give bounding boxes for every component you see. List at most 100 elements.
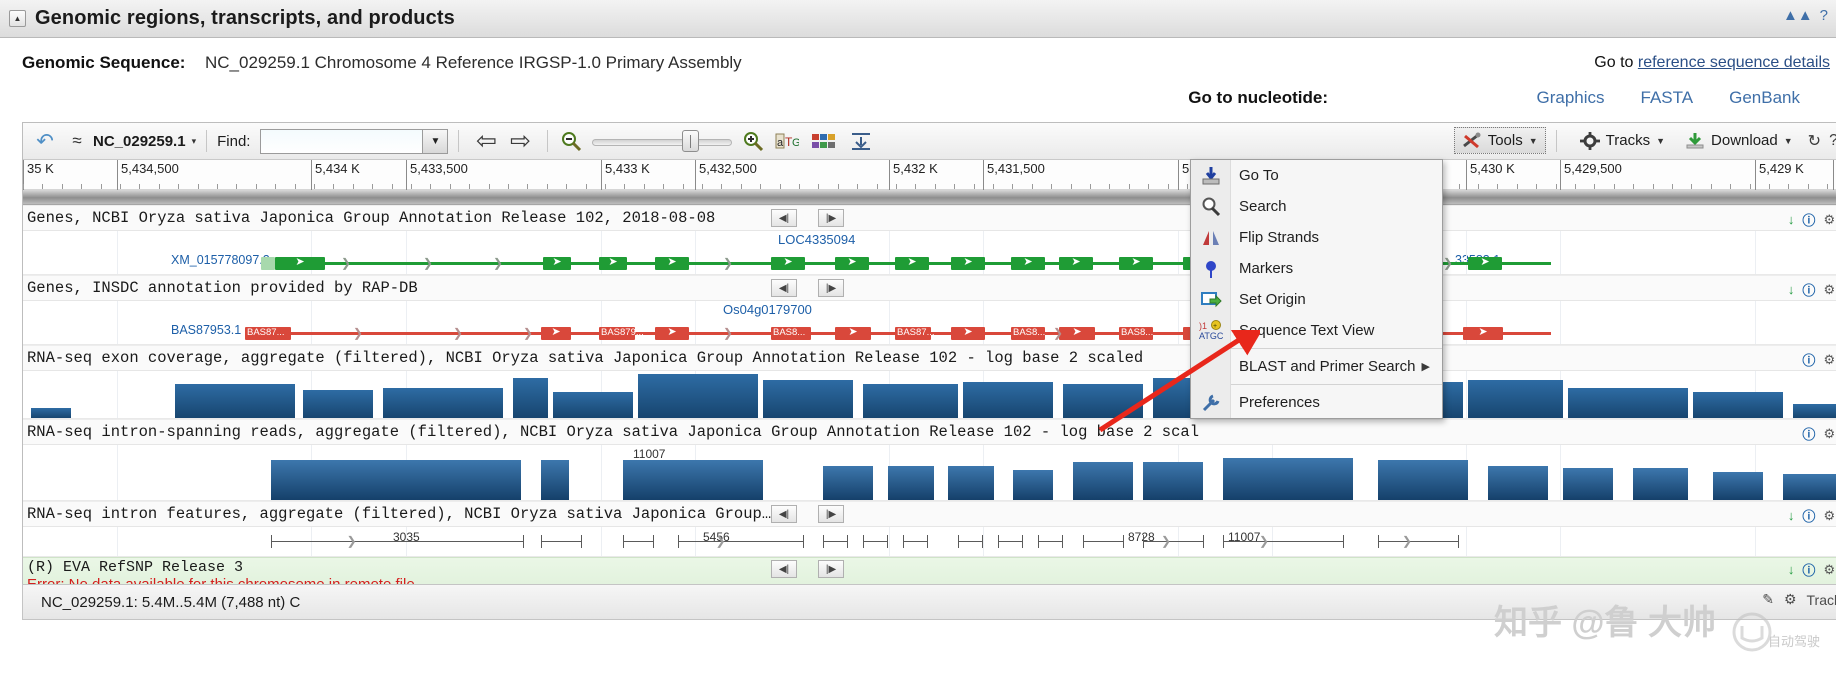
tracks-button[interactable]: Tracks ▼ [1573, 127, 1672, 154]
search-input[interactable] [260, 128, 423, 154]
gear-icon[interactable]: ⚙ [1823, 562, 1835, 578]
page-prev-button[interactable]: ◀| [771, 279, 797, 297]
download-icon[interactable]: ↓ [1788, 508, 1795, 523]
exon-box[interactable]: BAS8... [1119, 327, 1153, 340]
gear-icon[interactable]: ⚙ [1823, 352, 1835, 368]
gene-label-os[interactable]: Os04g0179700 [723, 302, 812, 317]
zoom-out-icon[interactable] [558, 128, 584, 154]
menu-item-markers[interactable]: Markers [1191, 253, 1442, 284]
exon-box[interactable]: ➤ [835, 256, 869, 270]
coordinate-ruler[interactable]: 35 K 5,434,500 5,434 K 5,433,500 5,433 K 5,43… [23, 160, 1836, 190]
track-body-genes-insdc[interactable]: Os04g0179700 BAS87953.1 BAS87... ➤ BAS879.… [23, 301, 1836, 345]
zoom-slider-thumb[interactable] [682, 130, 700, 152]
info-icon[interactable]: ⓘ [1802, 350, 1815, 369]
accession-label[interactable]: NC_029259.1 [93, 133, 186, 150]
menu-item-flip-strands[interactable]: Flip Strands [1191, 222, 1442, 253]
gene-label-loc[interactable]: LOC4335094 [778, 232, 855, 247]
menu-item-preferences[interactable]: Preferences [1191, 387, 1442, 418]
menu-item-go-to[interactable]: Go To [1191, 160, 1442, 191]
collapse-tracks-icon[interactable] [848, 129, 874, 153]
download-button[interactable]: Download ▼ [1678, 127, 1800, 154]
link-graphics[interactable]: Graphics [1536, 88, 1604, 107]
help-icon[interactable]: ? [1820, 7, 1828, 24]
link-genbank[interactable]: GenBank [1729, 88, 1800, 107]
info-icon[interactable]: ⓘ [1802, 424, 1815, 443]
exon-box[interactable]: ➤ [1468, 256, 1502, 270]
tools-button[interactable]: Tools ▼ [1453, 127, 1546, 154]
atg-sequence-icon[interactable]: a T G [774, 129, 800, 153]
reference-sequence-details-link[interactable]: reference sequence details [1638, 54, 1830, 71]
exon-box[interactable]: ➤ [951, 326, 985, 340]
menu-item-sequence-text-view[interactable]: )1 + ATGC Sequence Text View [1191, 315, 1442, 346]
zoom-slider[interactable] [592, 130, 733, 152]
track-body-rnaseq-intron-features[interactable]: 3035 5456 8728 11007 ❯❯❯❯❯ [23, 527, 1836, 557]
exon-box[interactable]: BAS87... [895, 327, 935, 340]
exon-box[interactable]: ➤ [543, 256, 571, 270]
exon-box[interactable]: ➤ [895, 256, 929, 270]
menu-item-blast-and-primer-search[interactable]: BLAST and Primer Search ▶ [1191, 351, 1442, 382]
info-icon[interactable]: ⓘ [1802, 506, 1815, 525]
track-body-genes-ncbi[interactable]: LOC4335094 XM_015778097.2 33583.1 ➤➤➤➤➤➤… [23, 231, 1836, 275]
gear-icon[interactable]: ⚙ [1823, 508, 1835, 524]
exon-box[interactable]: ➤ [835, 326, 871, 340]
exon-box[interactable]: BAS879... [599, 327, 644, 340]
gear-icon[interactable]: ⚙ [1823, 282, 1835, 298]
tools-dropdown-menu[interactable]: Go To Search Flip Strands Markers Set Or… [1190, 159, 1443, 419]
link-fasta[interactable]: FASTA [1641, 88, 1694, 107]
transcript-label[interactable]: XM_015778097.2 [171, 253, 270, 267]
exon-box[interactable]: ➤ [275, 256, 325, 270]
info-icon[interactable]: ⓘ [1802, 210, 1815, 229]
reload-icon[interactable]: ↻ [1808, 131, 1821, 151]
exon-box[interactable]: ➤ [599, 256, 627, 270]
arrow-left-icon[interactable]: ⇦ [469, 127, 503, 155]
pencil-icon[interactable]: ✎ [1762, 591, 1774, 608]
page-prev-button[interactable]: ◀| [771, 209, 797, 227]
exon-box[interactable]: ➤ [541, 326, 571, 340]
exon-box[interactable]: ➤ [1059, 256, 1093, 270]
triangle-up-icon[interactable]: ▲ [9, 10, 26, 27]
page-next-button[interactable]: |▶ [818, 279, 844, 297]
page-next-button[interactable]: |▶ [818, 560, 844, 578]
dna-icon[interactable]: ≈ [66, 130, 88, 152]
exon-box[interactable]: BAS8... [1011, 327, 1045, 340]
gear-icon[interactable]: ⚙ [1823, 212, 1835, 228]
chevron-down-icon[interactable]: ▾ [192, 136, 197, 147]
status-tracks-label[interactable]: Tracks [1807, 592, 1836, 608]
download-icon[interactable]: ↓ [1788, 212, 1795, 227]
exon-box[interactable]: ➤ [655, 326, 689, 340]
exon-box[interactable]: ➤ [1059, 326, 1095, 340]
exon-box[interactable]: ➤ [771, 256, 805, 270]
page-prev-button[interactable]: ◀| [771, 560, 797, 578]
ruler-minor-tick [1109, 184, 1111, 189]
track-body-rnaseq-exon-coverage[interactable]: 10948 256 [23, 371, 1836, 419]
exon-box[interactable]: ➤ [1463, 326, 1503, 340]
exon-box[interactable] [261, 257, 275, 270]
exon-box[interactable]: ➤ [1119, 256, 1153, 270]
page-prev-button[interactable]: ◀| [771, 505, 797, 523]
genome-data-viewer-page: ▲ Genomic regions, transcripts, and prod… [0, 0, 1836, 700]
protein-label[interactable]: BAS87953.1 [171, 323, 241, 337]
download-icon[interactable]: ↓ [1788, 282, 1795, 297]
undo-icon[interactable]: ↶ [32, 129, 58, 153]
gear-icon[interactable]: ⚙ [1784, 591, 1797, 608]
info-icon[interactable]: ⓘ [1802, 280, 1815, 299]
collapse-all-icon[interactable]: ▲▲ [1783, 7, 1813, 24]
exon-box[interactable]: ➤ [655, 256, 689, 270]
exon-box[interactable]: ➤ [951, 256, 985, 270]
menu-item-search[interactable]: Search [1191, 191, 1442, 222]
question-icon[interactable]: ? [1829, 132, 1836, 150]
menu-item-set-origin[interactable]: Set Origin [1191, 284, 1442, 315]
chevron-down-icon[interactable]: ▼ [422, 128, 449, 154]
exon-box[interactable]: BAS8... [771, 327, 811, 340]
page-next-button[interactable]: |▶ [818, 209, 844, 227]
page-next-button[interactable]: |▶ [818, 505, 844, 523]
arrow-right-icon[interactable]: ⇨ [503, 127, 537, 155]
exon-box[interactable]: BAS87... [245, 327, 291, 340]
info-icon[interactable]: ⓘ [1802, 560, 1815, 579]
exon-box[interactable]: ➤ [1011, 256, 1045, 270]
download-icon[interactable]: ↓ [1788, 562, 1795, 577]
zoom-in-icon[interactable] [740, 128, 766, 154]
track-body-rnaseq-intron-spanning[interactable]: 11007 256 [23, 445, 1836, 501]
color-legend-icon[interactable] [810, 129, 838, 153]
gear-icon[interactable]: ⚙ [1823, 426, 1835, 442]
